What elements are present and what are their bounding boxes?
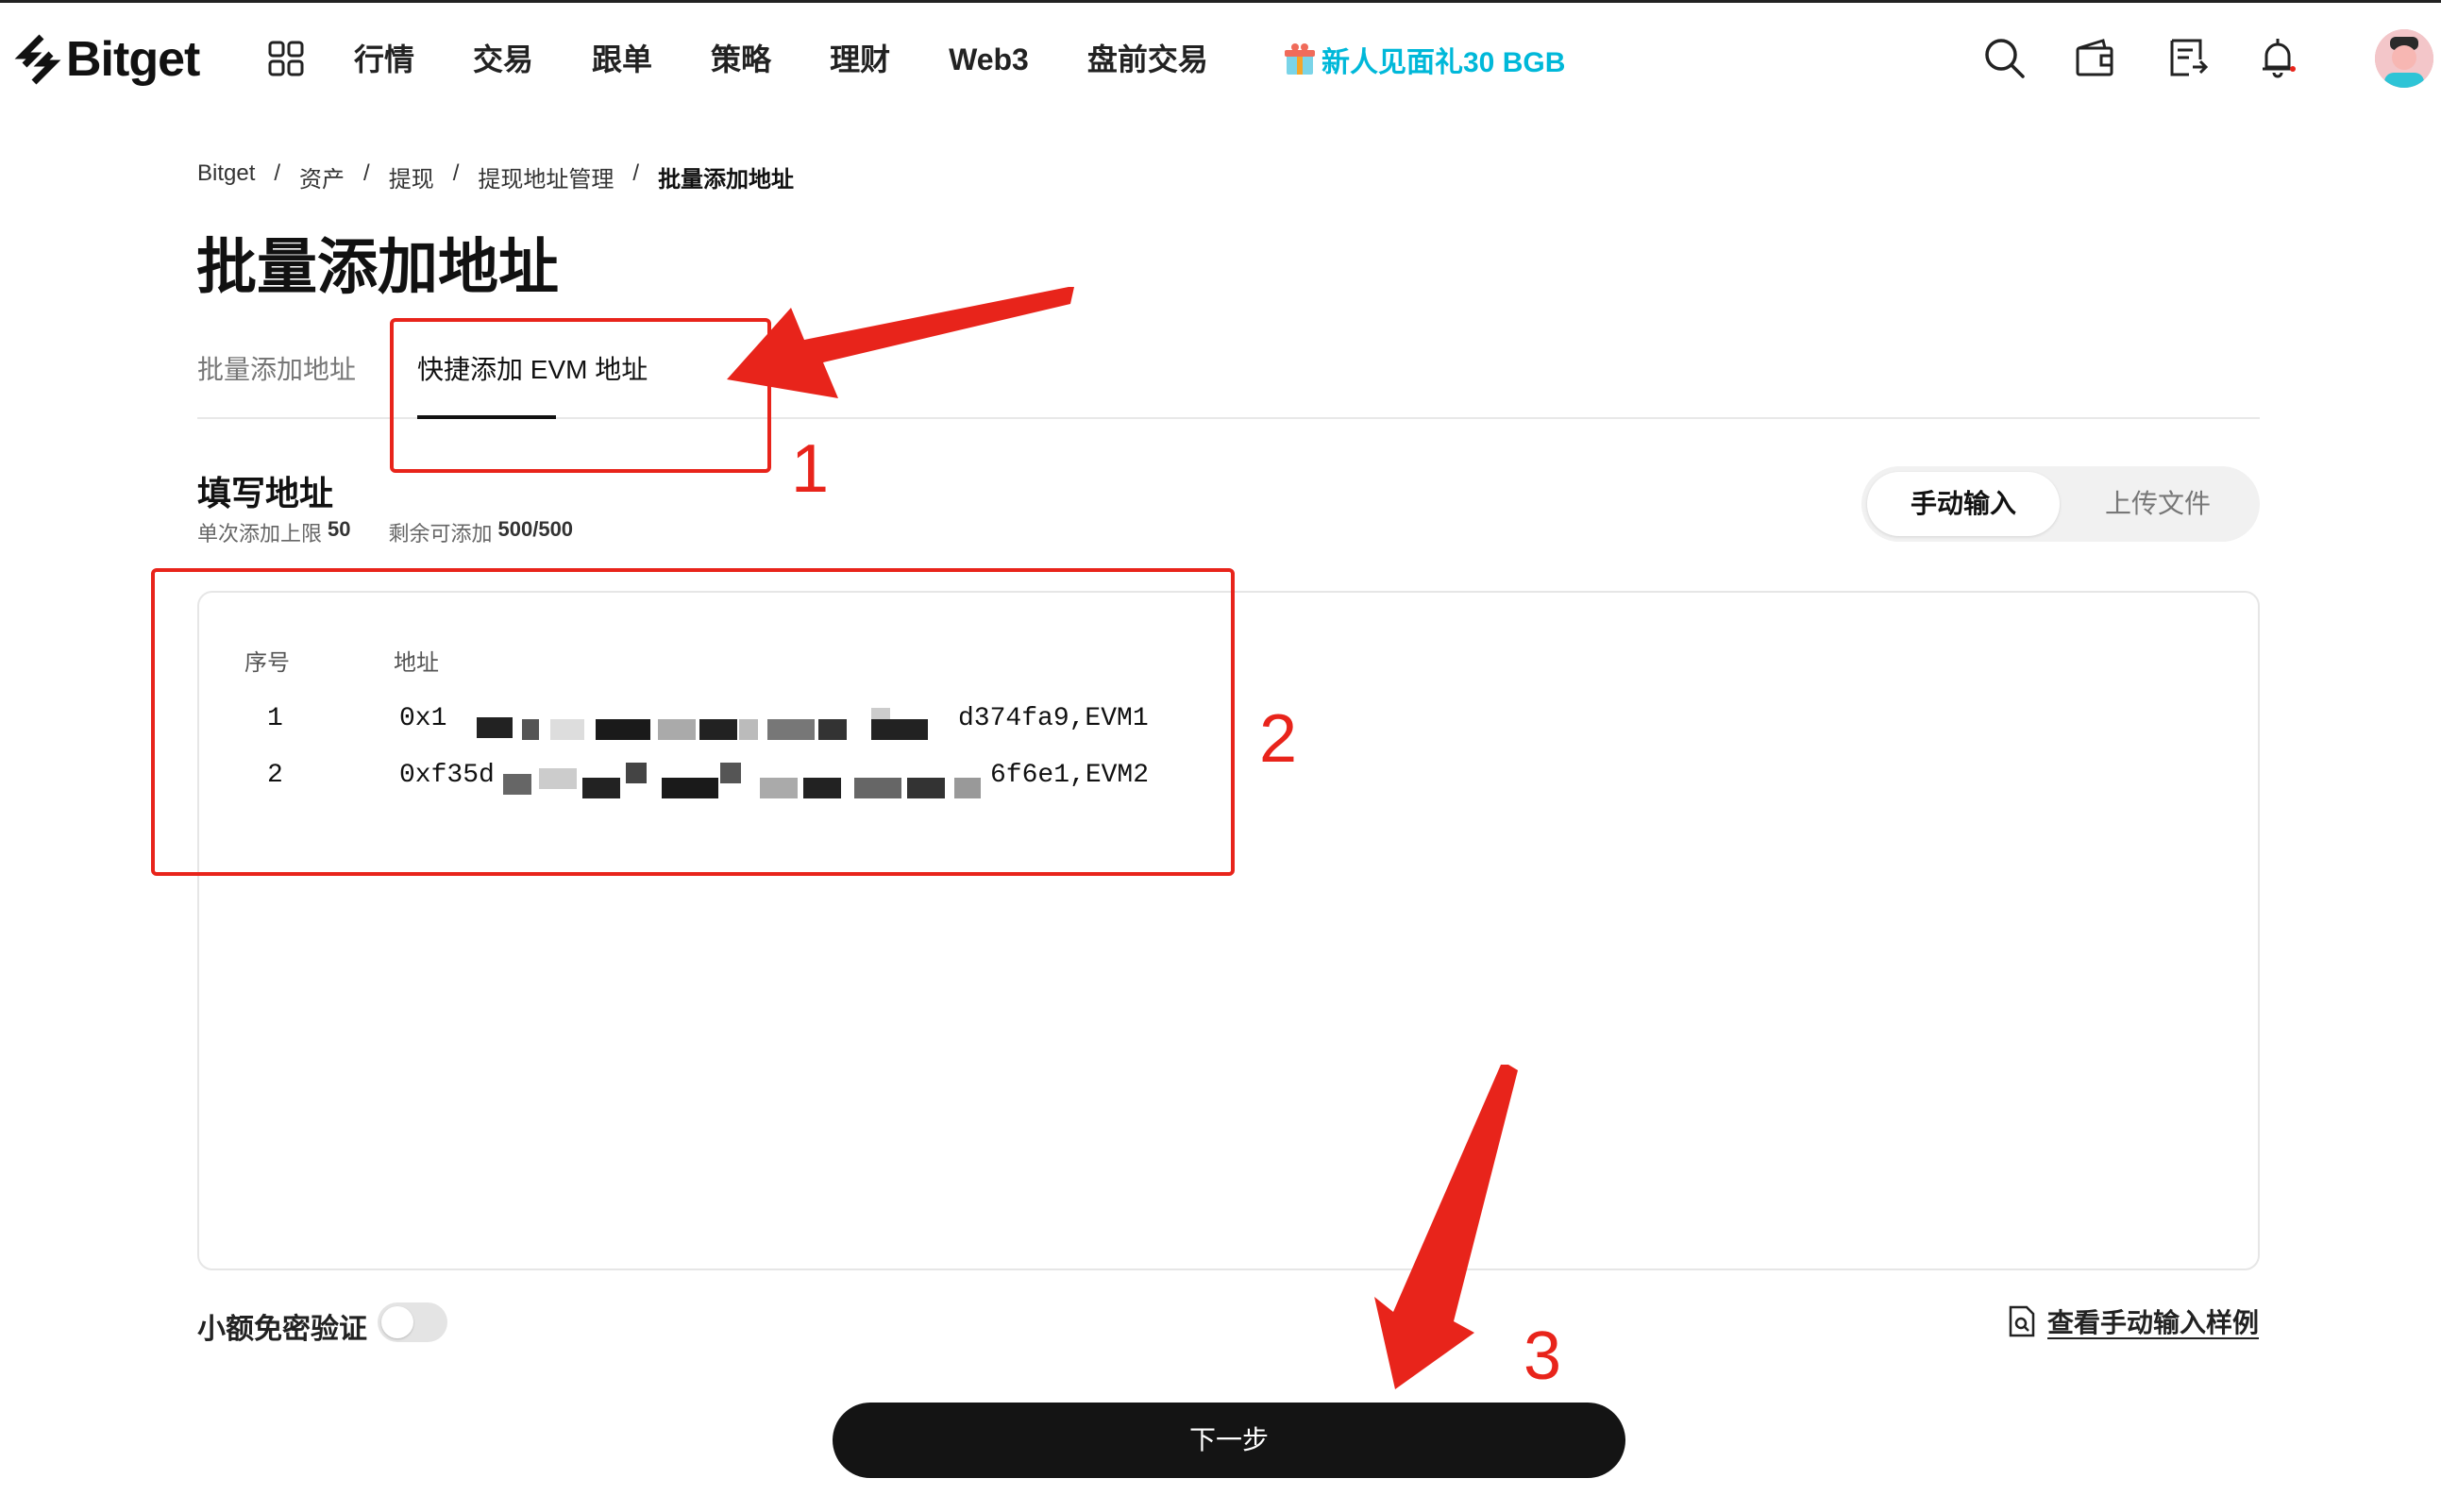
next-step-button[interactable]: 下一步: [833, 1403, 1625, 1478]
orders-icon[interactable]: [2164, 35, 2210, 80]
breadcrumb-separator: /: [632, 160, 640, 186]
nav-item-trade[interactable]: 交易: [473, 36, 533, 83]
top-navbar: Bitget 行情 交易 跟单 策略 理财 Web3 盘前交易 新人见面礼30 …: [0, 3, 2441, 116]
small-amount-label: 小额免密验证: [197, 1314, 367, 1345]
newcomer-promo[interactable]: 新人见面礼30 BGB: [1284, 36, 1565, 83]
section-title: 填写地址: [197, 474, 334, 512]
user-avatar[interactable]: [2375, 29, 2433, 88]
breadcrumb: Bitget / 资产 / 提现 / 提现地址管理 / 批量添加地址: [197, 160, 794, 193]
nav-item-pre-market[interactable]: 盘前交易: [1087, 36, 1208, 83]
breadcrumb-separator: /: [363, 160, 370, 186]
annotation-number-3: 3: [1524, 1319, 1562, 1394]
logo-text: Bitget: [66, 32, 200, 87]
breadcrumb-address-management[interactable]: 提现地址管理: [478, 160, 614, 193]
annotation-number-2: 2: [1259, 701, 1298, 777]
manual-input-option[interactable]: 手动输入: [1867, 472, 2060, 536]
avatar-image: [2375, 29, 2433, 88]
toggle-knob: [381, 1306, 413, 1338]
breadcrumb-bitget[interactable]: Bitget: [197, 160, 255, 193]
search-icon[interactable]: [1981, 35, 2027, 80]
apps-grid-icon[interactable]: [268, 41, 304, 76]
gift-icon: [1285, 43, 1315, 75]
page-title: 批量添加地址: [196, 233, 559, 301]
nav-item-web3[interactable]: Web3: [949, 36, 1029, 83]
remaining-value: 500/500: [497, 517, 574, 541]
limit-label: 单次添加上限: [197, 522, 323, 546]
nav-item-market[interactable]: 行情: [354, 36, 414, 83]
upload-file-option[interactable]: 上传文件: [2062, 472, 2254, 536]
annotation-number-1: 1: [791, 431, 830, 507]
breadcrumb-current: 批量添加地址: [658, 167, 795, 193]
annotation-box-1: [390, 318, 771, 473]
section-limits: 单次添加上限 50 剩余可添加 500/500: [197, 517, 573, 547]
input-mode-toggle: 手动输入 上传文件: [1861, 466, 2260, 542]
view-example-link[interactable]: 查看手动输入样例: [2008, 1302, 2259, 1340]
breadcrumb-withdraw[interactable]: 提现: [389, 160, 434, 193]
breadcrumb-separator: /: [452, 160, 460, 186]
annotation-box-2: [151, 568, 1235, 876]
breadcrumb-separator: /: [274, 160, 281, 186]
bitget-logo[interactable]: Bitget: [13, 24, 200, 95]
document-search-icon: [2009, 1305, 2035, 1337]
bitget-logo-icon: [14, 34, 61, 85]
tab-batch-add[interactable]: 批量添加地址: [197, 349, 356, 391]
small-amount-toggle[interactable]: [378, 1302, 447, 1342]
promo-text: 新人见面礼30 BGB: [1322, 47, 1566, 78]
breadcrumb-assets[interactable]: 资产: [299, 160, 345, 193]
example-link-text: 查看手动输入样例: [2047, 1308, 2260, 1337]
nav-item-earn[interactable]: 理财: [830, 36, 890, 83]
remaining-label: 剩余可添加: [388, 522, 493, 546]
bell-icon[interactable]: [2255, 35, 2300, 80]
main-nav: 行情 交易 跟单 策略 理财 Web3 盘前交易: [354, 36, 1267, 83]
wallet-icon[interactable]: [2073, 35, 2118, 80]
nav-item-strategy[interactable]: 策略: [711, 36, 771, 83]
nav-item-copy-trading[interactable]: 跟单: [592, 36, 652, 83]
limit-value: 50: [328, 517, 351, 541]
